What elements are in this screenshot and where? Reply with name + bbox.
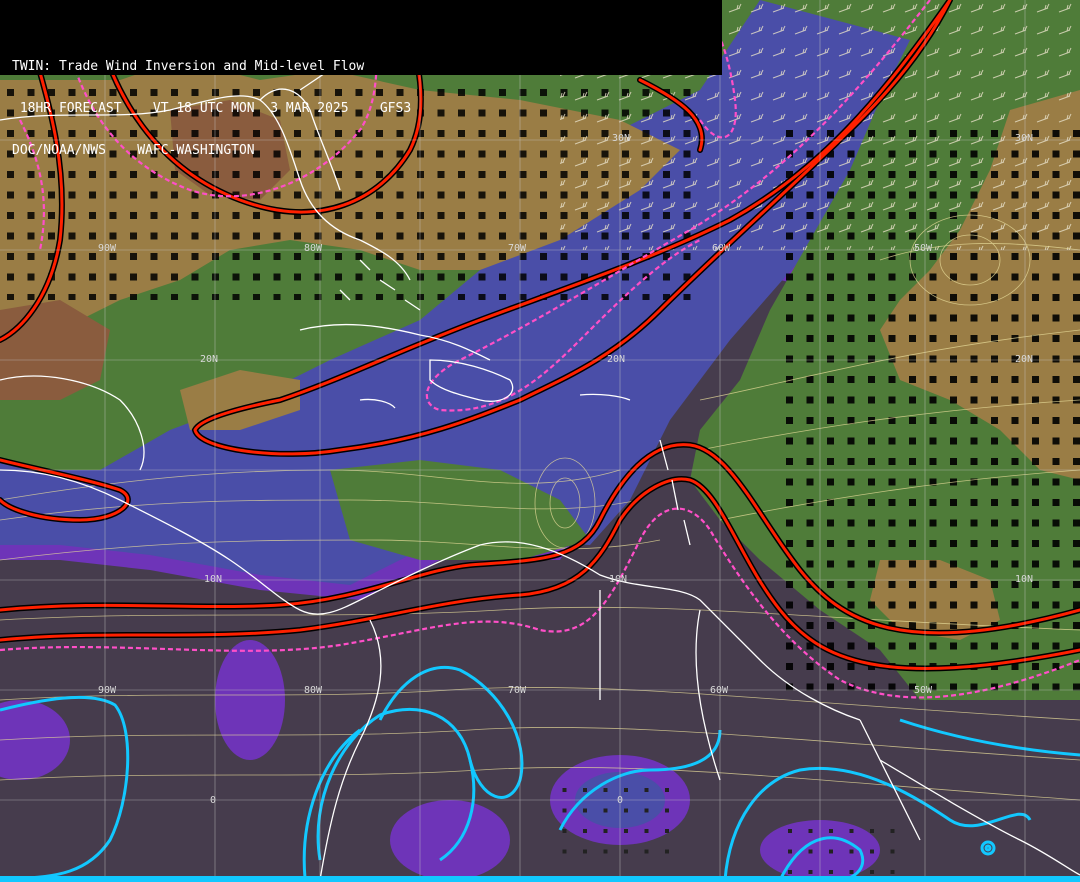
- purple-zone-south-1: [390, 800, 510, 880]
- lat-label-0: 0: [617, 795, 624, 806]
- lon-label-80w: 80W: [304, 243, 323, 254]
- lat-label-20n: 20N: [1015, 354, 1034, 365]
- bottom-border: [0, 876, 1080, 882]
- lat-label-30n: 30N: [1015, 133, 1034, 144]
- lon-label-80w: 80W: [304, 685, 323, 696]
- lat-label-20n: 20N: [200, 354, 219, 365]
- lon-label-90w: 90W: [98, 685, 117, 696]
- lat-label-10n: 10N: [204, 574, 223, 585]
- lon-label-70w: 70W: [508, 243, 527, 254]
- title-box: TWIN: Trade Wind Inversion and Mid-level…: [0, 0, 722, 158]
- agency-line: DOC/NOAA/NWS WAFC-WASHINGTON: [12, 143, 255, 158]
- lon-label-50w: 50W: [914, 685, 933, 696]
- forecast-line: 18HR FORECAST VT 18 UTC MON 3 MAR 2025 G…: [12, 101, 412, 116]
- lat-label-20n: 20N: [607, 354, 626, 365]
- hatch-south-blob-2: [780, 820, 900, 880]
- lon-label-50w: 50W: [914, 243, 933, 254]
- lat-label-0: 0: [210, 795, 217, 806]
- map-title: TWIN: Trade Wind Inversion and Mid-level…: [12, 59, 365, 74]
- lon-label-60w: 60W: [710, 685, 729, 696]
- lon-label-90w: 90W: [98, 243, 117, 254]
- lat-label-30n: 30N: [612, 133, 631, 144]
- lat-label-10n: 10N: [1015, 574, 1034, 585]
- lon-label-70w: 70W: [508, 685, 527, 696]
- lon-label-60w: 60W: [712, 243, 731, 254]
- lat-label-10n: 10N: [609, 574, 628, 585]
- purple-zone-cent-am: [215, 640, 285, 760]
